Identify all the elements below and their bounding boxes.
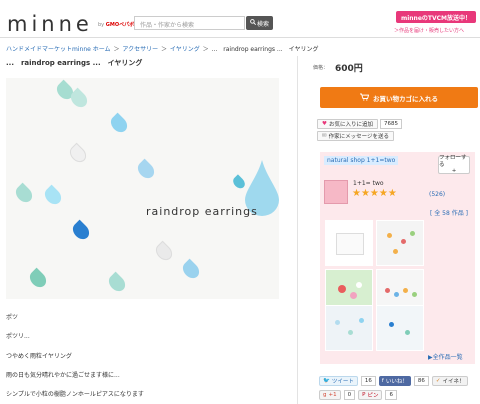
bead-shape: [412, 292, 417, 297]
seller-link[interactable]: ＞作品を届け・販売したい方へ: [394, 27, 480, 34]
gplus-count: 0: [343, 390, 356, 400]
breadcrumb-home[interactable]: ハンドメイドマーケットminne ホーム: [6, 46, 111, 53]
breadcrumb-earrings[interactable]: イヤリング: [170, 46, 200, 53]
description-line: ポツ: [6, 314, 19, 321]
message-creator-button[interactable]: ✉ 作家にメッセージを送る: [317, 131, 395, 141]
shop-thumbnail[interactable]: [325, 220, 373, 266]
pin-button[interactable]: P ピン: [358, 390, 383, 400]
social-row-2: g +1 0 P ピン 6: [319, 390, 397, 400]
facebook-icon: f: [381, 378, 384, 384]
raindrop-shape: [105, 271, 129, 295]
raindrop-shape: [134, 158, 158, 182]
bead-shape: [410, 231, 415, 236]
shop-thumbnail[interactable]: [376, 305, 424, 351]
shop-thumbnail[interactable]: [325, 305, 373, 351]
add-favorite-button[interactable]: ♥ お気に入りに追加: [317, 119, 378, 129]
bead-shape: [356, 282, 362, 288]
breadcrumb-accessory[interactable]: アクセサリー: [122, 46, 158, 53]
tweet-button[interactable]: 🐦 ツイート: [319, 376, 358, 386]
bead-shape: [338, 285, 346, 293]
gplus-button[interactable]: g +1: [319, 390, 341, 400]
follow-button[interactable]: フォローする +: [438, 155, 470, 174]
bead-shape: [348, 330, 353, 335]
shop-name[interactable]: natural shop 1+1=two: [324, 156, 399, 165]
rating-stars: ★★★★★: [352, 188, 397, 199]
product-title: ... raindrop earrings ... イヤリング: [6, 59, 143, 67]
price-value: 600円: [335, 64, 363, 74]
raindrop-shape: [69, 219, 93, 243]
raindrop-shape: [107, 112, 131, 136]
raindrop-shape: [41, 184, 65, 208]
search-input[interactable]: 作品・作家から検索: [134, 16, 245, 30]
raindrop-shape: [66, 142, 90, 166]
favorite-count: 7685: [379, 119, 402, 129]
all-goods-link[interactable]: ▶全作品一覧: [428, 352, 463, 361]
raindrop-shape: [12, 182, 36, 206]
raindrop-shape: [26, 267, 50, 291]
image-caption: raindrop earrings: [146, 205, 258, 218]
bead-shape: [359, 318, 364, 323]
mail-icon: ✉: [322, 133, 327, 139]
site-logo[interactable]: minne: [7, 12, 93, 36]
bead-shape: [401, 239, 406, 244]
bead-shape: [389, 322, 394, 327]
gplus-icon: g: [323, 392, 327, 398]
pinterest-icon: P: [362, 392, 366, 398]
description-line: シンプルで小粒の樹脂ノンホールピアスになります: [6, 391, 144, 398]
bead-shape: [405, 330, 410, 335]
description-line: 雨の日も気分晴れやかに過ごせます様に...: [6, 372, 120, 379]
heart-icon: ♥: [322, 121, 327, 127]
cart-icon: [360, 93, 370, 103]
raindrop-shape: [179, 258, 203, 282]
raindrop-shape: [152, 240, 176, 264]
breadcrumb: ハンドメイドマーケットminne ホーム ＞ アクセサリー ＞ イヤリング ＞ …: [6, 46, 319, 53]
product-image[interactable]: raindrop earrings: [6, 78, 279, 299]
search-icon: [250, 19, 257, 27]
shop-short-name[interactable]: 1+1= two: [353, 180, 384, 187]
site-header: minne by GMOペパボ 作品・作家から検索 検索 minneのTVCM放…: [0, 0, 480, 38]
bead-shape: [393, 249, 398, 254]
social-row-1: 🐦 ツイート 16 f いいね！ 86 ✓ イイネ！: [319, 376, 469, 386]
shop-card: natural shop 1+1=two フォローする + 1+1= two ★…: [320, 152, 475, 364]
bead-shape: [394, 292, 399, 297]
all-works-link[interactable]: [ 全 58 作品 ]: [430, 208, 468, 217]
twitter-icon: 🐦: [323, 378, 330, 384]
bead-shape: [403, 288, 408, 293]
mixi-iine-button[interactable]: ✓ イイネ！: [431, 376, 469, 386]
add-to-cart-button[interactable]: お買い物カゴに入れる: [320, 87, 478, 108]
pin-count: 6: [385, 390, 397, 400]
logo-byline: by GMOペパボ: [98, 22, 135, 28]
description-line: つやめく雨粒イヤリング: [6, 353, 72, 360]
like-count: 86: [413, 376, 429, 386]
card-shape: [336, 233, 364, 255]
mixi-icon: ✓: [435, 378, 441, 384]
facebook-like-button[interactable]: f いいね！: [378, 376, 411, 386]
shop-thumbnail[interactable]: [376, 220, 424, 266]
tweet-count: 16: [360, 376, 376, 386]
shop-avatar[interactable]: [324, 180, 348, 204]
price-label: 価格：: [313, 65, 329, 71]
description-line: ポツリ...: [6, 333, 30, 340]
tvcm-banner[interactable]: minneのTVCM放送中！: [396, 11, 476, 23]
bead-shape: [387, 233, 392, 238]
bead-shape: [350, 292, 357, 299]
bead-shape: [385, 288, 390, 293]
breadcrumb-current: ... raindrop earrings ... イヤリング: [211, 46, 319, 53]
rating-count[interactable]: (526): [429, 191, 445, 198]
search-button[interactable]: 検索: [246, 16, 273, 30]
purchase-sidebar: 価格： 600円 お買い物カゴに入れる ♥ お気に入りに追加 7685 ✉ 作家…: [297, 56, 480, 404]
bead-shape: [335, 320, 340, 325]
favorite-row: ♥ お気に入りに追加 7685: [317, 119, 402, 129]
